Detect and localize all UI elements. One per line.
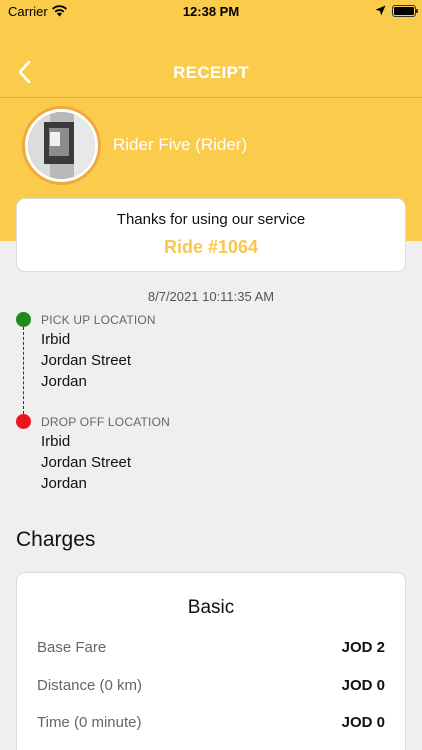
thanks-card: Thanks for using our service Ride #1064 xyxy=(16,198,406,272)
status-time: 12:38 PM xyxy=(182,4,240,19)
charge-row-value: JOD 0 xyxy=(341,677,385,694)
page-title: RECEIPT xyxy=(173,63,249,82)
charge-row-label: Time (0 minute) xyxy=(37,714,142,731)
dropoff-line-street: Jordan Street xyxy=(41,454,132,471)
navigation-bar: RECEIPT xyxy=(0,44,422,98)
pickup-line-country: Jordan xyxy=(41,373,87,390)
rider-avatar xyxy=(22,106,101,185)
charge-row-value: JOD 0 xyxy=(341,714,385,731)
dropoff-line-country: Jordan xyxy=(41,475,87,492)
dropoff-dot-icon xyxy=(16,414,31,429)
pickup-line-city: Irbid xyxy=(41,331,71,348)
thanks-message: Thanks for using our service xyxy=(116,211,306,228)
route-dashed-line xyxy=(23,327,24,414)
charges-card: Basic Base Fare JOD 2 Distance (0 km) JO… xyxy=(16,572,406,750)
ride-datetime: 8/7/2021 10:11:35 AM xyxy=(147,289,275,304)
pickup-line-street: Jordan Street xyxy=(41,352,132,369)
pickup-dot-icon xyxy=(16,312,31,327)
battery-icon xyxy=(392,5,418,17)
charges-heading: Charges xyxy=(16,528,96,551)
rider-name: Rider Five (Rider) xyxy=(113,135,248,154)
status-bar: Carrier 12:38 PM xyxy=(0,0,422,24)
charges-plan: Basic xyxy=(187,597,235,618)
charge-row-label: Base Fare xyxy=(37,639,107,656)
charge-row-label: Distance (0 km) xyxy=(37,677,143,694)
charge-row-value: JOD 2 xyxy=(341,639,385,656)
avatar-photo xyxy=(28,112,95,179)
dropoff-label: DROP OFF LOCATION xyxy=(41,415,170,429)
dropoff-line-city: Irbid xyxy=(41,433,71,450)
pickup-label: PICK UP LOCATION xyxy=(41,313,156,327)
location-arrow-icon xyxy=(375,5,386,16)
ride-number: Ride #1064 xyxy=(163,237,259,257)
